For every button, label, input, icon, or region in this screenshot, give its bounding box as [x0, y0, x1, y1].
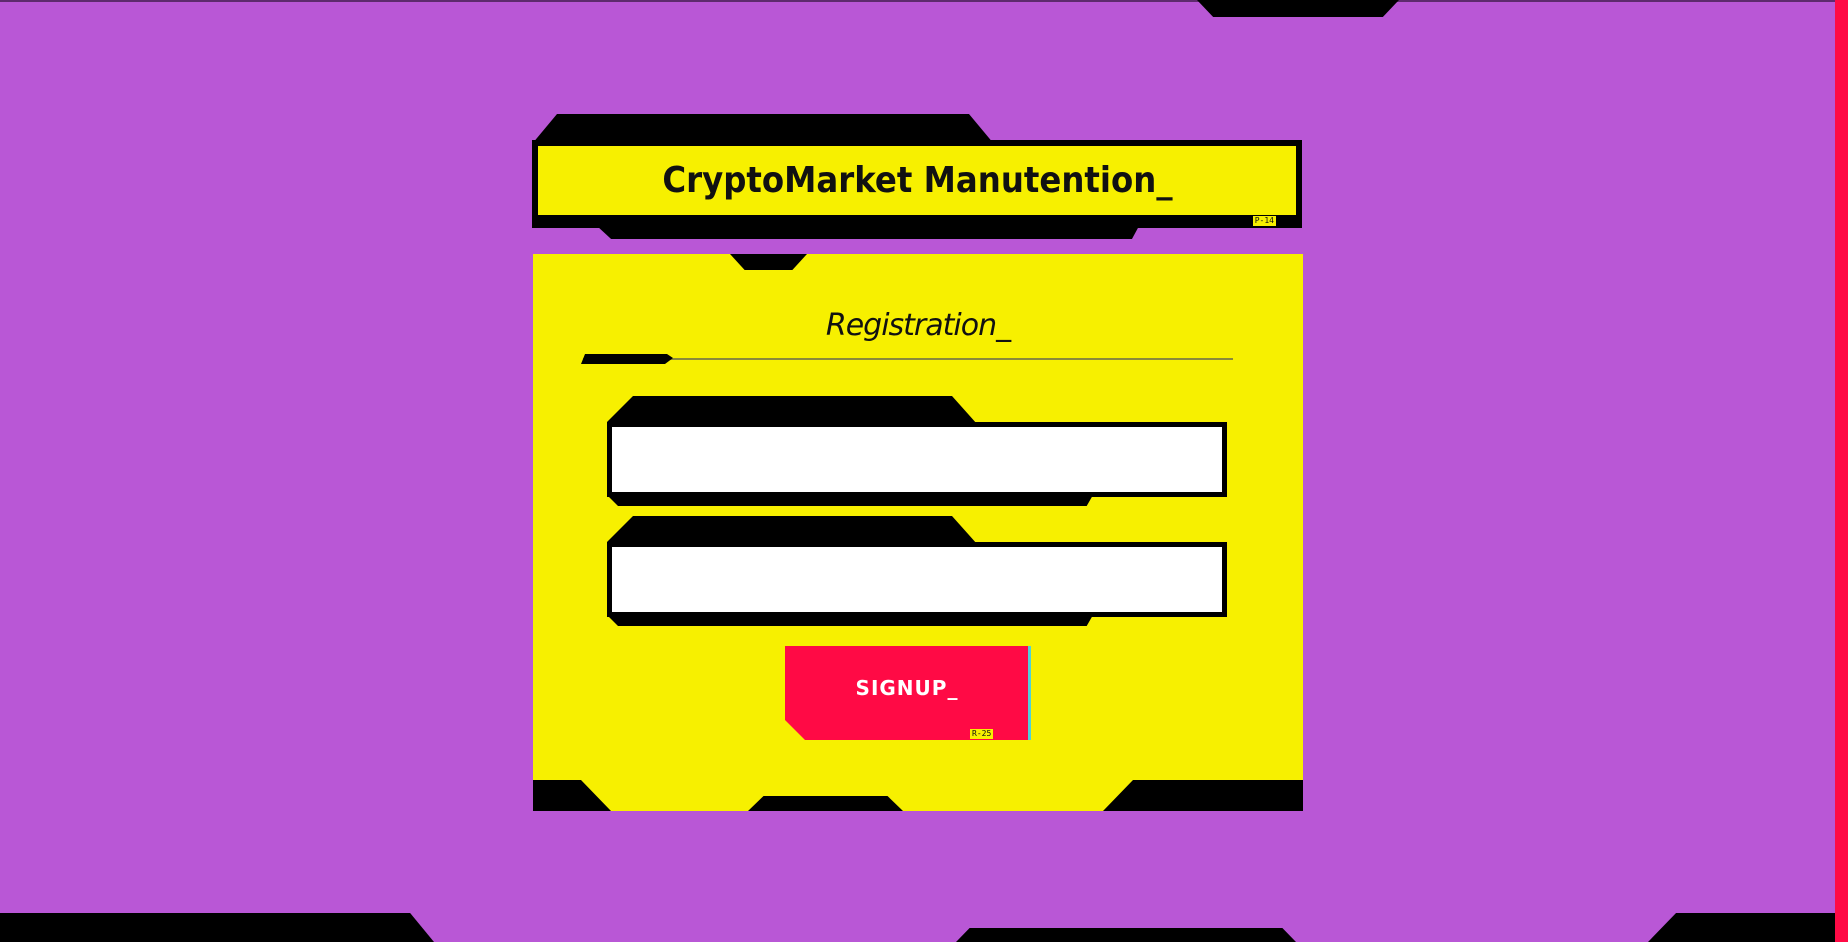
signup-button-label: SIGNUP_: [855, 676, 959, 700]
top-border: [0, 0, 1848, 2]
app-title: CryptoMarket Manutention_: [661, 160, 1173, 201]
field-2-top-tab-decoration: [607, 516, 977, 544]
field-1-frame: [607, 422, 1227, 497]
registration-field-1[interactable]: [612, 427, 1222, 492]
heading-underline-accent: [581, 354, 673, 364]
field-group-1: [607, 396, 1227, 512]
header-tag: P-14: [1252, 216, 1276, 226]
panel-bottom-left-decoration: [533, 780, 611, 811]
signup-button[interactable]: SIGNUP_: [785, 646, 1029, 740]
top-notch-decoration: [1197, 0, 1399, 17]
field-group-2: [607, 516, 1227, 632]
registration-heading: Registration_: [825, 308, 1011, 343]
bottom-left-bar-decoration: [0, 913, 434, 942]
panel-top-notch-decoration: [730, 254, 807, 270]
bottom-center-bar-decoration: [956, 928, 1296, 942]
header-bottom-tab-decoration: [597, 226, 1139, 239]
field-1-bottom-tab-decoration: [607, 495, 1093, 506]
field-2-bottom-tab-decoration: [607, 615, 1093, 626]
header-panel: CryptoMarket Manutention_: [538, 146, 1296, 215]
panel-bottom-center-decoration: [748, 796, 903, 811]
signup-button-edge: [1028, 646, 1031, 740]
heading-underline: [583, 358, 1233, 360]
panel-bottom-right-decoration: [1103, 780, 1303, 811]
field-1-top-tab-decoration: [607, 396, 977, 424]
registration-panel: Registration_ SIGNUP_ R-25: [533, 254, 1303, 811]
registration-field-2[interactable]: [612, 547, 1222, 612]
bottom-right-bar-decoration: [1648, 913, 1835, 942]
header-frame: CryptoMarket Manutention_ P-14: [532, 140, 1302, 228]
right-accent-bar: [1835, 0, 1848, 942]
signup-tag: R-25: [970, 729, 994, 739]
field-2-frame: [607, 542, 1227, 617]
